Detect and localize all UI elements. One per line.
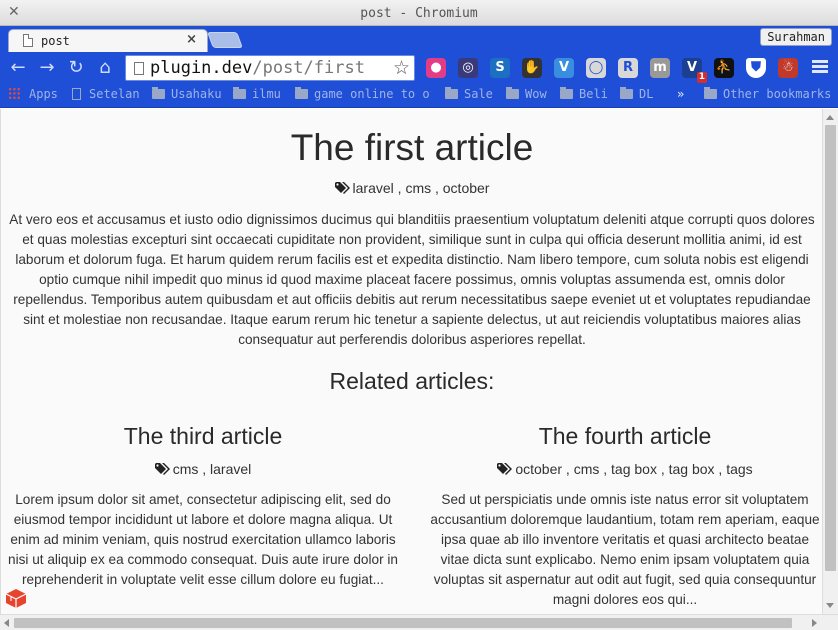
reload-icon[interactable]: ↻ <box>65 57 87 79</box>
scroll-up-arrow-icon[interactable] <box>826 115 834 120</box>
page-icon <box>134 62 144 75</box>
page-icon <box>72 88 81 100</box>
article-body: At vero eos et accusamus et iusto odio d… <box>9 212 815 347</box>
horizontal-scrollbar[interactable] <box>0 614 838 630</box>
bookmark-folder-game-online[interactable]: game online to of <box>295 87 431 105</box>
related-article-card: The third article cms , laravel Lorem ip… <box>1 423 405 590</box>
folder-icon <box>295 87 308 99</box>
bookmark-label: game online to of <box>314 87 431 101</box>
bookmark-label: Beli <box>579 87 608 101</box>
bookmark-label: Usahaku <box>171 87 222 101</box>
tab-close-icon[interactable]: × <box>186 32 197 47</box>
profile-button[interactable]: Surahman <box>760 28 832 46</box>
disc-icon[interactable]: ◎ <box>458 58 478 78</box>
folder-icon <box>152 87 165 99</box>
related-article-tags-text[interactable]: cms , laravel <box>173 461 252 477</box>
laravel-debugbar-icon[interactable] <box>2 586 32 614</box>
bookmark-folder-other[interactable]: Other bookmarks <box>704 87 831 105</box>
related-article-tags-text[interactable]: october , cms , tag box , tag box , tags <box>515 461 752 477</box>
window-titlebar: ✕ post - Chromium <box>0 0 838 26</box>
bookmark-label: Sale <box>464 87 493 101</box>
article-tags: laravel , cms , october <box>1 180 822 196</box>
vertical-scrollbar[interactable] <box>822 109 838 614</box>
vertical-scroll-thumb[interactable] <box>825 125 836 571</box>
folder-icon <box>620 87 633 99</box>
santa-icon[interactable]: ☃ <box>778 58 798 78</box>
bookmark-folder-wow[interactable]: Wow <box>506 87 547 105</box>
bookmarks-overflow-chevron-icon[interactable]: » <box>677 87 684 105</box>
apps-grid-icon <box>8 87 21 100</box>
home-icon[interactable]: ⌂ <box>94 57 116 79</box>
tags-icon <box>497 463 513 475</box>
color-wheel-icon[interactable]: ● <box>426 58 446 78</box>
bookmarks-bar: Apps Setelan Usahaku ilmu game online to… <box>0 84 838 108</box>
scroll-right-arrow-icon[interactable] <box>812 619 817 627</box>
bookmark-label: Other bookmarks <box>723 87 832 101</box>
bookmark-label: DL <box>639 87 654 101</box>
bookmark-label: ilmu <box>252 87 281 101</box>
laravel-logo-icon <box>5 589 27 608</box>
ring-icon[interactable]: ◯ <box>586 58 606 78</box>
page-icon <box>23 34 33 47</box>
related-article-tags: october , cms , tag box , tag box , tags <box>423 461 822 477</box>
tab-post[interactable]: post × <box>8 29 208 52</box>
bookmark-folder-beli[interactable]: Beli <box>560 87 608 105</box>
bookmark-folder-usahaku[interactable]: Usahaku <box>152 87 222 105</box>
related-article-title[interactable]: The third article <box>1 423 405 450</box>
bookmark-setelan[interactable]: Setelan <box>72 87 140 105</box>
bookmark-label: Apps <box>29 87 58 101</box>
v-circle-icon[interactable]: V <box>554 58 574 78</box>
vpn-shield-icon[interactable]: V1 <box>682 58 707 83</box>
related-articles-heading: Related articles: <box>329 368 495 394</box>
bookmark-folder-sale[interactable]: Sale <box>445 87 493 105</box>
article-tags-text[interactable]: laravel , cms , october <box>353 180 490 196</box>
bookmark-star-icon[interactable]: ☆ <box>393 57 410 79</box>
bookmark-apps[interactable]: Apps <box>8 87 58 105</box>
s-logo-icon[interactable]: S <box>490 58 510 78</box>
menu-icon[interactable] <box>812 58 828 78</box>
horizontal-scroll-thumb[interactable] <box>14 618 792 628</box>
hand-icon[interactable]: ✋ <box>522 58 542 78</box>
scroll-down-arrow-icon[interactable] <box>826 603 834 608</box>
address-url[interactable]: plugin.dev/post/first <box>150 58 365 78</box>
related-article-excerpt: Lorem ipsum dolor sit amet, consectetur … <box>8 492 398 587</box>
related-article-title[interactable]: The fourth article <box>423 423 822 450</box>
folder-icon <box>233 87 246 99</box>
article-title: The first article <box>290 127 534 168</box>
runner-icon[interactable]: ⛹ <box>714 58 734 78</box>
bookmark-folder-dl[interactable]: DL <box>620 87 653 105</box>
bookmark-label: Setelan <box>89 87 140 101</box>
tags-icon <box>334 182 350 194</box>
tags-icon <box>154 463 170 475</box>
extension-badge: 1 <box>696 72 707 83</box>
related-article-tags: cms , laravel <box>1 461 405 477</box>
related-article-card: The fourth article october , cms , tag b… <box>423 423 822 610</box>
bookmark-folder-ilmu[interactable]: ilmu <box>233 87 281 105</box>
back-arrow-icon[interactable]: ← <box>7 57 29 79</box>
new-tab-button[interactable] <box>207 32 243 48</box>
window-title: post - Chromium <box>360 6 478 21</box>
r-logo-icon[interactable]: R <box>618 58 638 78</box>
tab-strip: post × Surahman <box>0 26 838 52</box>
m-circle-icon[interactable]: m <box>650 58 670 78</box>
forward-arrow-icon[interactable]: → <box>36 57 58 79</box>
browser-toolbar: ← → ↻ ⌂ plugin.dev/post/first ☆ ● ◎ S ✋ V ◯ Rm… <box>0 52 838 84</box>
tab-label: post <box>41 34 70 48</box>
folder-icon <box>445 87 458 99</box>
folder-icon <box>560 87 573 99</box>
url-host: plugin.dev <box>150 58 253 78</box>
folder-icon <box>704 87 717 99</box>
url-path: /post/first <box>252 58 365 78</box>
folder-icon <box>506 87 519 99</box>
related-article-excerpt: Sed ut perspiciatis unde omnis iste natu… <box>430 492 820 607</box>
bookmark-label: Wow <box>525 87 547 101</box>
address-bar[interactable]: plugin.dev/post/first ☆ <box>125 55 415 81</box>
shield-icon[interactable]: ⛊ <box>746 58 766 78</box>
page-viewport: The first article laravel , cms , octobe… <box>0 109 822 614</box>
scroll-left-arrow-icon[interactable] <box>4 619 9 627</box>
